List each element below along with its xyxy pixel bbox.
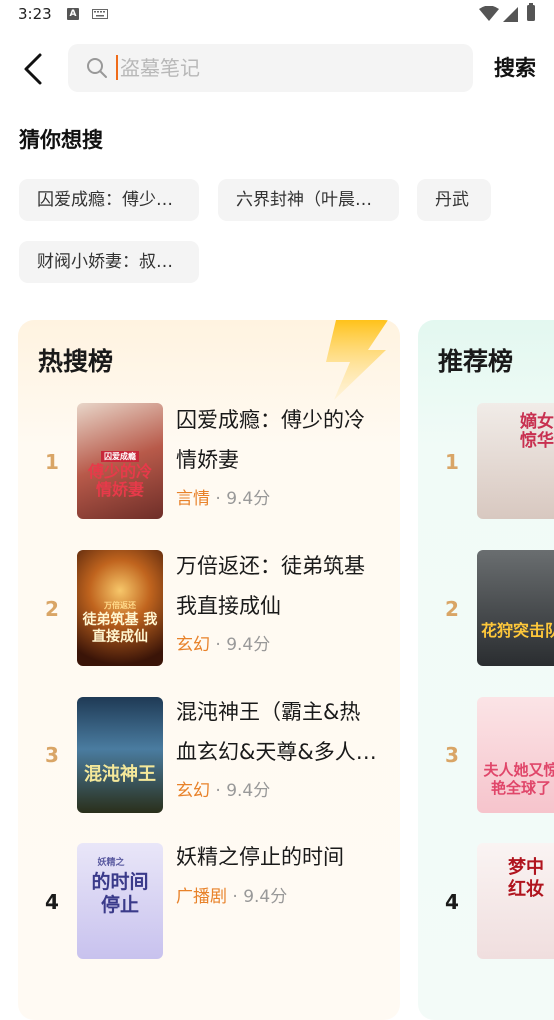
book-title: 混沌神王（霸主&热血玄幻&天尊&多人…	[176, 700, 377, 764]
book-meta: 玄幻 · 9.4分	[176, 630, 270, 655]
search-icon	[87, 58, 107, 78]
book-meta: 玄幻 · 9.4分	[176, 776, 270, 801]
rank-number: 4	[445, 890, 459, 914]
cover-subtitle: 囚爱成瘾	[101, 451, 139, 462]
book-cover[interactable]: 的时间 停止 妖精之	[77, 843, 163, 959]
book-title: 妖精之停止的时间	[176, 845, 344, 869]
book-title: 囚爱成瘾：傅少的冷情娇妻	[176, 408, 365, 472]
book-cover[interactable]: 傅少的冷情娇妻 囚爱成瘾	[77, 403, 163, 519]
book-score: · 9.4分	[210, 489, 271, 509]
search-input[interactable]	[120, 44, 450, 92]
keyboard-icon	[92, 9, 108, 19]
cover-title: 花狩突击队	[480, 621, 554, 640]
book-score: · 9.4分	[210, 781, 271, 801]
cover-subtitle: 万倍返还	[104, 601, 136, 610]
rank-number: 2	[445, 597, 459, 621]
cover-title: 的时间 停止	[91, 871, 149, 916]
guess-section-title: 猜你想搜	[19, 128, 103, 152]
book-cover[interactable]: 花狩突击队	[477, 550, 554, 666]
book-meta: 广播剧 · 9.4分	[176, 882, 287, 907]
book-cover[interactable]: 梦中红妆	[477, 843, 554, 959]
cover-title: 傅少的冷情娇妻	[87, 462, 152, 499]
search-box[interactable]	[68, 44, 473, 92]
book-cover[interactable]: 夫人她又惊艳全球了	[477, 697, 554, 813]
cover-title: 嫡女惊华	[520, 412, 554, 451]
rank-number: 3	[445, 743, 459, 767]
book-cover[interactable]: 混沌神王	[77, 697, 163, 813]
hot-search-title: 热搜榜	[38, 347, 114, 376]
status-bar: 3:23 A	[0, 0, 554, 30]
hot-search-panel: 热搜榜 1 傅少的冷情娇妻 囚爱成瘾 囚爱成瘾：傅少的冷情娇妻 言情 · 9.4…	[18, 320, 400, 1020]
rank-number: 1	[445, 450, 459, 474]
battery-icon	[527, 3, 535, 21]
wifi-icon	[479, 6, 499, 21]
book-cover[interactable]: 徒弟筑基 我直接成仙 万倍返还	[77, 550, 163, 666]
rank-number: 4	[45, 890, 59, 914]
book-score: · 9.4分	[227, 887, 288, 907]
book-title: 万倍返还：徒弟筑基我直接成仙	[176, 554, 365, 618]
book-genre: 广播剧	[176, 887, 227, 907]
book-genre: 玄幻	[176, 781, 210, 801]
suggestion-chip[interactable]: 丹武	[417, 179, 491, 221]
signal-icon	[503, 7, 518, 22]
search-button[interactable]: 搜索	[486, 52, 544, 84]
cover-title: 夫人她又惊艳全球了	[483, 761, 554, 797]
cover-title: 混沌神王	[84, 764, 156, 785]
cover-title: 梦中红妆	[508, 857, 544, 900]
book-cover[interactable]: 嫡女惊华	[477, 403, 554, 519]
book-genre: 玄幻	[176, 635, 210, 655]
book-meta: 言情 · 9.4分	[176, 484, 270, 509]
rank-number: 2	[45, 597, 59, 621]
book-genre: 言情	[176, 489, 210, 509]
suggestion-chip[interactable]: 囚爱成瘾：傅少…	[19, 179, 199, 221]
recommend-panel: 推荐榜 1 嫡女惊华 2 花狩突击队 3 夫人她又惊艳全球了 4 梦中红妆	[418, 320, 554, 1020]
book-score: · 9.4分	[210, 635, 271, 655]
recommend-title: 推荐榜	[438, 347, 514, 376]
cover-title: 徒弟筑基 我直接成仙	[82, 612, 158, 645]
lightning-icon	[326, 320, 388, 400]
status-time: 3:23	[18, 5, 52, 23]
rank-number: 3	[45, 743, 59, 767]
cover-subtitle: 妖精之	[97, 858, 125, 868]
a-notification-icon: A	[67, 8, 79, 20]
back-icon[interactable]	[18, 50, 50, 88]
suggestion-chip[interactable]: 财阀小娇妻：叔…	[19, 241, 199, 283]
suggestion-chip[interactable]: 六界封神（叶晨…	[218, 179, 399, 221]
rank-number: 1	[45, 450, 59, 474]
text-cursor	[116, 55, 118, 80]
